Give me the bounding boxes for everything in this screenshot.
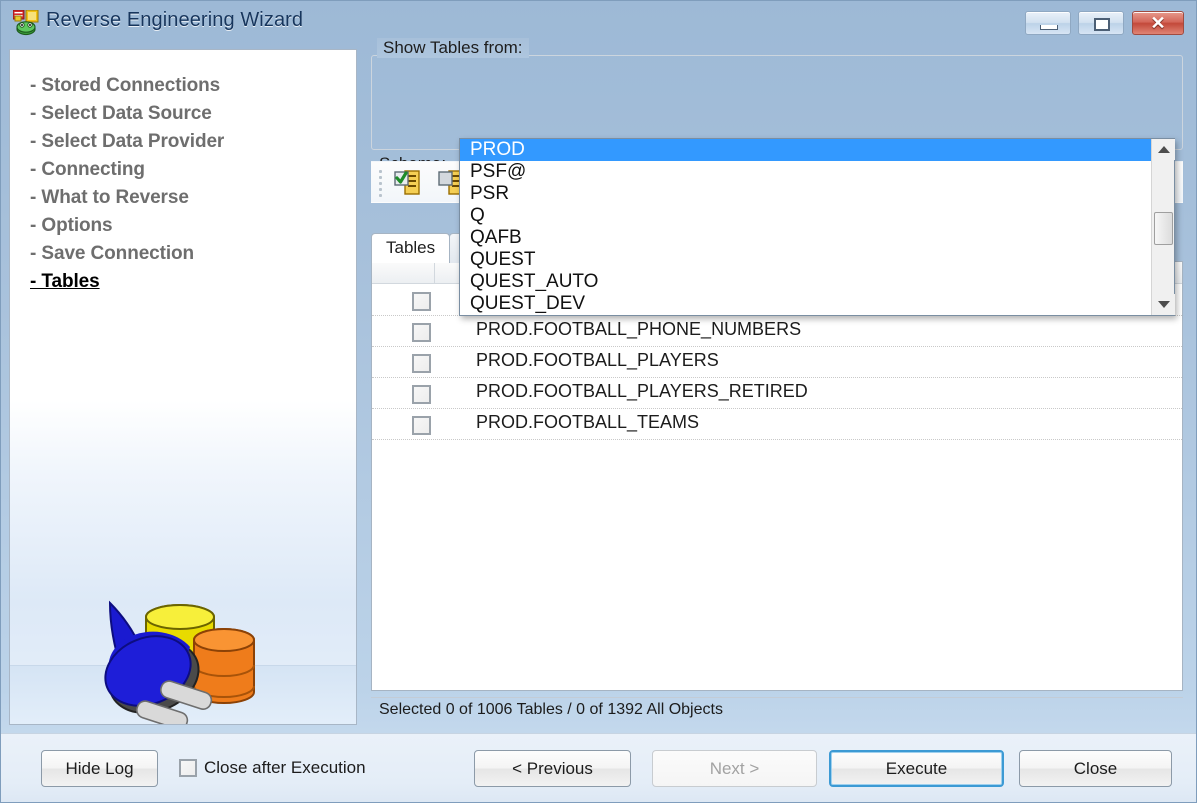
table-name: PROD.FOOTBALL_PHONE_NUMBERS (476, 319, 802, 339)
close-after-execution-checkbox[interactable] (179, 759, 197, 777)
table-row[interactable]: PROD.FOOTBALL_PLAYERS_RETIRED (372, 378, 1182, 409)
execute-button[interactable]: Execute (829, 750, 1004, 787)
schema-dropdown-items: PROD PSF@ PSR Q QAFB QUEST QUEST_AUTO QU… (460, 139, 1153, 315)
column-divider[interactable] (434, 262, 435, 284)
tables-list-panel: PROD.FOOTBALL_AGENTS PROD.FOOTBALL_PHONE… (371, 261, 1183, 691)
table-name: PROD.FOOTBALL_PLAYERS_RETIRED (476, 381, 808, 401)
row-checkbox[interactable] (412, 354, 431, 373)
tab-tables[interactable]: Tables (371, 233, 451, 263)
row-checkbox[interactable] (412, 416, 431, 435)
previous-button[interactable]: < Previous (474, 750, 631, 787)
schema-option-quest-auto[interactable]: QUEST_AUTO (460, 271, 1153, 293)
schema-option-qafb[interactable]: QAFB (460, 227, 1153, 249)
row-checkbox[interactable] (412, 292, 431, 311)
sidebar-item-what-to-reverse[interactable]: - What to Reverse (30, 184, 340, 212)
minimize-button[interactable] (1025, 11, 1071, 35)
schema-option-psr[interactable]: PSR (460, 183, 1153, 205)
close-icon: ✕ (1150, 13, 1166, 33)
wizard-steps-sidebar: - Stored Connections - Select Data Sourc… (9, 49, 357, 725)
close-after-execution-label[interactable]: Close after Execution (204, 758, 366, 778)
show-tables-from-label: Show Tables from: (377, 38, 529, 58)
close-window-button[interactable]: ✕ (1132, 11, 1184, 35)
window-title: Reverse Engineering Wizard (46, 9, 304, 31)
drag-grip-icon[interactable] (378, 170, 384, 197)
sidebar-item-tables[interactable]: - Tables (30, 268, 340, 296)
maximize-icon (1094, 18, 1110, 31)
schema-option-quest[interactable]: QUEST (460, 249, 1153, 271)
table-name: PROD.FOOTBALL_TEAMS (476, 412, 700, 432)
footer-bar: Hide Log Close after Execution < Previou… (1, 733, 1196, 802)
select-all-tables-button[interactable] (392, 168, 426, 198)
next-button: Next > (652, 750, 817, 787)
reverse-engineering-wizard-icon (13, 10, 39, 36)
table-name: PROD.FOOTBALL_PLAYERS (476, 350, 719, 370)
row-checkbox[interactable] (412, 385, 431, 404)
minimize-icon (1040, 25, 1058, 30)
schema-option-quest-dev[interactable]: QUEST_DEV (460, 293, 1153, 315)
maximize-button[interactable] (1078, 11, 1124, 35)
show-tables-from-groupbox (371, 55, 1183, 150)
status-bar: Selected 0 of 1006 Tables / 0 of 1392 Al… (371, 697, 1183, 723)
sidebar-item-select-data-provider[interactable]: - Select Data Provider (30, 128, 340, 156)
table-row[interactable]: PROD.FOOTBALL_PLAYERS (372, 347, 1182, 378)
title-bar: Reverse Engineering Wizard ✕ (1, 1, 1196, 45)
database-plug-icon (104, 600, 255, 724)
scroll-up-icon[interactable] (1152, 139, 1175, 160)
main-content-pane: Show Tables from: Schema: PROD (363, 38, 1190, 725)
schema-dropdown-list: PROD PSF@ PSR Q QAFB QUEST QUEST_AUTO QU… (459, 138, 1175, 316)
sidebar-item-connecting[interactable]: - Connecting (30, 156, 340, 184)
sidebar-item-options[interactable]: - Options (30, 212, 340, 240)
table-checked-icon (394, 170, 420, 195)
close-button[interactable]: Close (1019, 750, 1172, 787)
sidebar-item-stored-connections[interactable]: - Stored Connections (30, 72, 340, 100)
scrollbar-thumb[interactable] (1154, 212, 1173, 245)
wizard-steps-list: - Stored Connections - Select Data Sourc… (30, 72, 340, 296)
sidebar-item-select-data-source[interactable]: - Select Data Source (30, 100, 340, 128)
schema-option-psf[interactable]: PSF@ (460, 161, 1153, 183)
schema-option-q[interactable]: Q (460, 205, 1153, 227)
table-row[interactable]: PROD.FOOTBALL_PHONE_NUMBERS (372, 316, 1182, 347)
dropdown-scrollbar[interactable] (1151, 139, 1175, 315)
row-checkbox[interactable] (412, 323, 431, 342)
application-window: Reverse Engineering Wizard ✕ - Stored Co… (0, 0, 1197, 803)
sidebar-item-save-connection[interactable]: - Save Connection (30, 240, 340, 268)
schema-option-prod[interactable]: PROD (460, 139, 1153, 161)
scroll-down-icon[interactable] (1152, 294, 1175, 315)
table-row[interactable]: PROD.FOOTBALL_TEAMS (372, 409, 1182, 440)
hide-log-button[interactable]: Hide Log (41, 750, 158, 787)
